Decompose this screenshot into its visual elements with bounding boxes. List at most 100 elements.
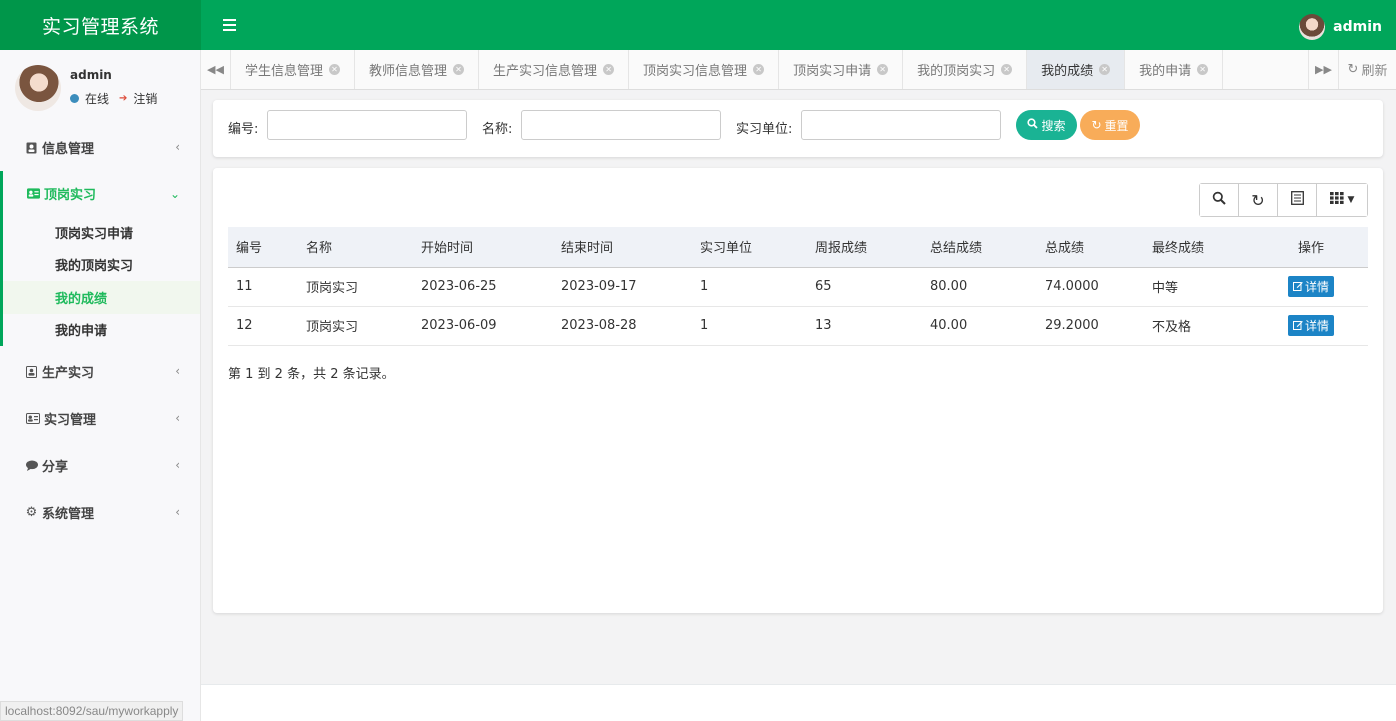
column-header[interactable]: 开始时间 [413, 227, 553, 267]
column-header[interactable]: 总成绩 [1037, 227, 1144, 267]
online-dot-icon [70, 94, 79, 103]
sidebar-item-internship-management[interactable]: 实习管理 ‹ [0, 395, 200, 442]
table-cell: 74.0000 [1045, 279, 1099, 294]
comment-icon [25, 460, 38, 471]
reset-button[interactable]: ↻ 重置 [1080, 110, 1140, 140]
refresh-button[interactable]: ↻ 刷新 [1338, 50, 1396, 89]
tab-production-internship-info[interactable]: 生产实习信息管理 ✕ [479, 50, 630, 89]
tab-internship-info[interactable]: 顶岗实习信息管理 ✕ [629, 50, 780, 89]
id-field[interactable] [267, 110, 467, 140]
column-header[interactable]: 最终成绩 [1144, 227, 1254, 267]
tab-my-grades[interactable]: 我的成绩 ✕ [1027, 50, 1126, 89]
sidebar-item-internship[interactable]: 顶岗实习 ⌄ [3, 171, 200, 216]
tab-label: 学生信息管理 [245, 64, 324, 79]
sidebar-item-system-management[interactable]: ⚙ 系统管理 ‹ [0, 489, 200, 536]
table-cell: 2023-06-25 [421, 279, 497, 294]
column-header[interactable]: 实习单位 [692, 227, 807, 267]
tab-label: 顶岗实习信息管理 [643, 64, 748, 79]
tab-label: 生产实习信息管理 [493, 64, 598, 79]
logout-link[interactable]: 注销 [133, 90, 157, 107]
tab-my-applications[interactable]: 我的申请 ✕ [1125, 50, 1224, 89]
column-header[interactable]: 名称 [298, 227, 413, 267]
user-card-icon [25, 142, 38, 154]
user-panel: admin 在线 ➔ 注销 [0, 50, 200, 124]
search-icon [1027, 118, 1039, 132]
page-footer [201, 684, 1396, 721]
sidebar-item-share[interactable]: 分享 ‹ [0, 442, 200, 489]
detail-button[interactable]: 详情 [1287, 276, 1334, 297]
browser-status-url: localhost:8092/sau/myworkapply [0, 701, 184, 721]
online-status-text: 在线 [85, 92, 110, 106]
content-tabs-bar: ◀◀ 学生信息管理 ✕ 教师信息管理 ✕ 生产实习信息管理 ✕ 顶岗实习信息管理 ✕ 顶… [201, 50, 1396, 90]
sidebar-subitem-my-applications[interactable]: 我的申请 [3, 314, 200, 347]
toggle-search-button[interactable] [1200, 184, 1239, 216]
toggle-view-button[interactable] [1278, 184, 1317, 216]
tab-label: 我的成绩 [1041, 64, 1094, 79]
close-icon[interactable]: ✕ [1099, 64, 1111, 75]
sidebar-item-label: 生产实习 [42, 366, 95, 381]
top-navbar: admin [201, 0, 1396, 50]
column-header[interactable]: 编号 [228, 227, 298, 267]
sidebar-item-label: 分享 [42, 460, 69, 475]
tabs-scroll-left-icon[interactable]: ◀◀ [201, 50, 231, 89]
table-cell: 2023-06-09 [421, 318, 497, 333]
search-button[interactable]: 搜索 [1016, 110, 1077, 140]
close-icon[interactable]: ✕ [453, 64, 465, 75]
tab-label: 我的顶岗实习 [917, 64, 996, 79]
caret-down-icon: ▼ [1347, 195, 1355, 205]
logout-icon[interactable]: ➔ [119, 93, 127, 104]
table-cell: 13 [815, 318, 832, 333]
column-header[interactable]: 总结成绩 [922, 227, 1037, 267]
table-cell: 顶岗实习 [306, 281, 359, 296]
edit-icon [1292, 319, 1303, 333]
table-cell: 1 [700, 318, 709, 333]
company-field[interactable] [801, 110, 1001, 140]
tab-student-info[interactable]: 学生信息管理 ✕ [231, 50, 356, 89]
column-header: 操作 [1297, 241, 1324, 257]
chevron-left-icon: ‹ [175, 364, 180, 378]
grid-icon [1329, 192, 1344, 208]
user-panel-status: 在线 ➔ 注销 [70, 90, 157, 107]
table-cell-actions: 详情 [1254, 306, 1368, 345]
id-field-label: 编号: [228, 122, 259, 137]
column-header[interactable]: 结束时间 [553, 227, 692, 267]
chevron-left-icon: ‹ [175, 505, 180, 519]
sidebar-subitem-apply[interactable]: 顶岗实习申请 [3, 216, 200, 249]
tab-my-internship[interactable]: 我的顶岗实习 ✕ [903, 50, 1028, 89]
tab-teacher-info[interactable]: 教师信息管理 ✕ [355, 50, 480, 89]
close-icon[interactable]: ✕ [877, 64, 889, 75]
tab-label: 我的申请 [1139, 64, 1192, 79]
columns-dropdown-button[interactable]: ▼ [1317, 184, 1367, 216]
sidebar-item-production-internship[interactable]: 生产实习 ‹ [0, 348, 200, 395]
address-card-icon [25, 413, 40, 424]
tabs-scroll-right-icon[interactable]: ▶▶ [1308, 50, 1338, 89]
menu-toggle-icon[interactable] [223, 15, 239, 35]
close-icon[interactable]: ✕ [329, 64, 341, 75]
refresh-table-button[interactable]: ↻ [1239, 184, 1278, 216]
detail-button-label: 详情 [1304, 319, 1329, 333]
detail-button[interactable]: 详情 [1287, 315, 1334, 336]
table-cell: 中等 [1152, 281, 1179, 296]
table-cell: 1 [700, 279, 709, 294]
chevron-down-icon: ⌄ [169, 187, 180, 201]
chevron-left-icon: ‹ [175, 458, 180, 472]
close-icon[interactable]: ✕ [603, 64, 615, 75]
sidebar-subitem-my-internship[interactable]: 我的顶岗实习 [3, 249, 200, 282]
search-form: 编号: 名称: 实习单位: 搜索 ↻ 重置 [213, 100, 1383, 157]
user-square-icon [25, 365, 38, 378]
name-field[interactable] [521, 110, 721, 140]
avatar [15, 65, 61, 111]
refresh-icon: ↻ [1251, 190, 1265, 210]
sidebar-subitem-my-grades[interactable]: 我的成绩 [3, 281, 200, 314]
tab-internship-apply[interactable]: 顶岗实习申请 ✕ [779, 50, 904, 89]
table-cell: 11 [236, 279, 253, 294]
sidebar-item-info-management[interactable]: 信息管理 ‹ [0, 124, 200, 171]
close-icon[interactable]: ✕ [1197, 64, 1209, 75]
list-alt-icon [1290, 191, 1304, 209]
close-icon[interactable]: ✕ [1001, 64, 1013, 75]
table-panel: ↻ ▼ 编号 名称 开始时间 结束时间 实习单位 周报成绩 总结成绩 总成绩 最… [213, 168, 1383, 613]
column-header[interactable]: 周报成绩 [807, 227, 922, 267]
close-icon[interactable]: ✕ [753, 64, 765, 75]
header-user-menu[interactable]: admin [1299, 14, 1382, 40]
reset-button-label: 重置 [1104, 118, 1129, 133]
